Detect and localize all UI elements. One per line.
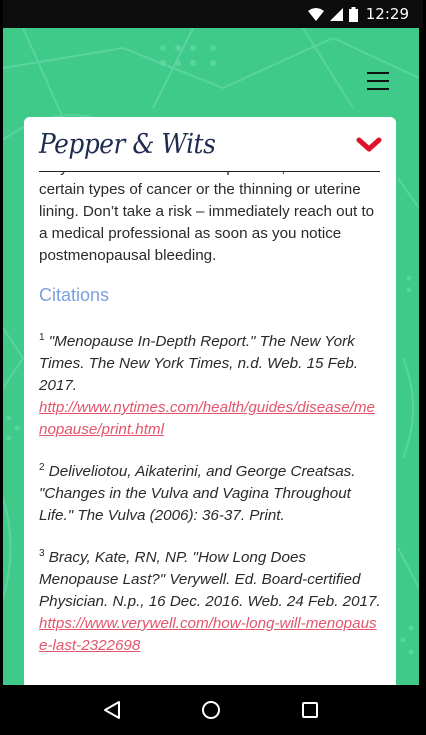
citation-item: 2 Deliveliotou, Aikaterini, and George C…: [39, 457, 381, 527]
back-button[interactable]: [97, 695, 127, 725]
home-circle-icon: [201, 701, 220, 719]
citation-item: 1 "Menopause In-Depth Report." The New Y…: [39, 327, 381, 441]
article-card: may also indicate a serious problem, suc…: [24, 117, 396, 685]
app-background: may also indicate a serious problem, suc…: [3, 28, 419, 685]
citations-heading: Citations: [39, 285, 110, 305]
menu-line: [367, 72, 389, 74]
status-bar: 12:29: [3, 0, 423, 28]
citation-link[interactable]: http://www.nytimes.com/health/guides/dis…: [39, 399, 375, 438]
recents-square-icon: [301, 702, 318, 718]
wifi-icon: [307, 7, 324, 21]
card-header: Pepper & Wits: [24, 117, 396, 171]
battery-icon: [348, 6, 358, 22]
logo[interactable]: Pepper & Wits: [39, 129, 216, 160]
article-content: may also indicate a serious problem, suc…: [39, 157, 381, 673]
back-triangle-icon: [104, 701, 121, 719]
status-time: 12:29: [365, 5, 409, 23]
status-icons: [307, 6, 358, 22]
chevron-down-icon[interactable]: [356, 137, 382, 153]
menu-line: [367, 88, 389, 90]
header-divider: [39, 171, 380, 172]
home-button[interactable]: [196, 695, 226, 725]
citation-item: 3 Bracy, Kate, RN, NP. "How Long Does Me…: [39, 543, 381, 657]
menu-line: [367, 80, 389, 82]
citation-text: Bracy, Kate, RN, NP. "How Long Does Meno…: [39, 549, 381, 610]
citation-text: Deliveliotou, Aikaterini, and George Cre…: [39, 463, 356, 524]
hamburger-menu-icon[interactable]: [367, 72, 389, 90]
citation-text: "Menopause In-Depth Report." The New Yor…: [39, 333, 359, 394]
recents-button[interactable]: [295, 695, 325, 725]
citation-link[interactable]: https://www.verywell.com/how-long-will-m…: [39, 615, 377, 654]
article-paragraph: may also indicate a serious problem, suc…: [39, 159, 375, 264]
signal-icon: [329, 7, 343, 21]
android-nav-bar: [3, 685, 419, 735]
